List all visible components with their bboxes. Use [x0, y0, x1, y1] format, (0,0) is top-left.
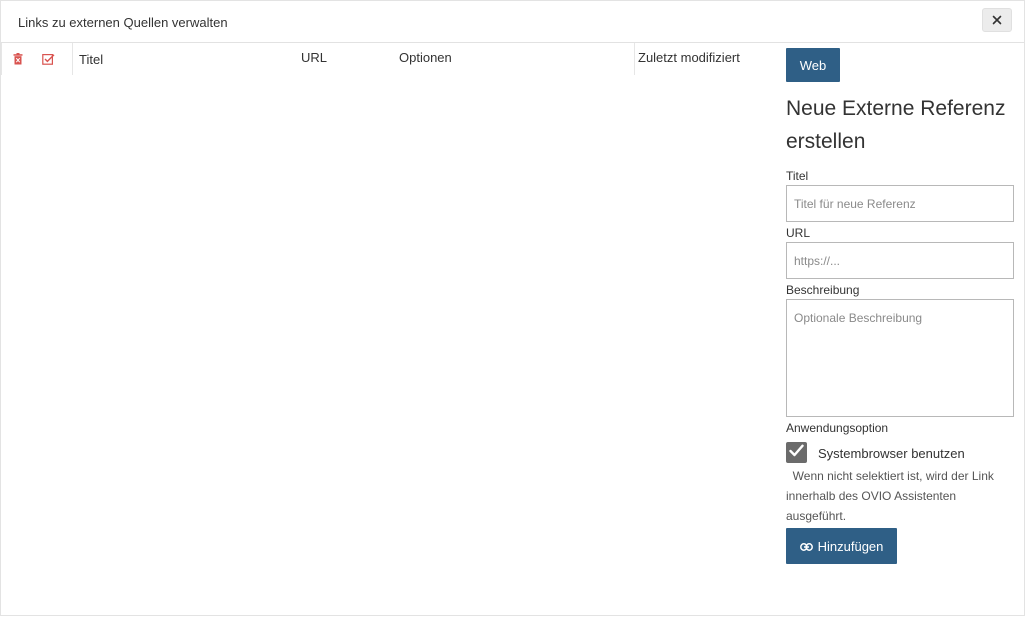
system-browser-checkbox[interactable] [786, 442, 807, 463]
column-header-title[interactable]: Titel [79, 52, 103, 67]
url-input[interactable] [786, 242, 1014, 279]
table-header: Titel URL Optionen Zuletzt modifiziert [1, 43, 773, 75]
external-links-dialog: Links zu externen Quellen verwalten Tite… [0, 0, 1025, 616]
title-input[interactable] [786, 185, 1014, 222]
add-button-label: Hinzufügen [817, 538, 884, 554]
application-option-label: Anwendungsoption [786, 421, 889, 435]
close-button[interactable] [982, 8, 1012, 32]
web-button[interactable]: Web [786, 48, 840, 82]
links-table: Titel URL Optionen Zuletzt modifiziert [1, 43, 773, 617]
table-header-actions [1, 43, 73, 75]
add-button[interactable]: Hinzufügen [786, 528, 897, 564]
hint-text: Wenn nicht selektiert ist, wird der Link… [786, 469, 998, 523]
column-header-options[interactable]: Optionen [399, 50, 452, 65]
column-header-url[interactable]: URL [301, 50, 327, 65]
checkmark-icon [789, 444, 804, 462]
panel-heading: Neue Externe Referenz erstellen [786, 97, 1006, 153]
system-browser-hint: Wenn nicht selektiert ist, wird der Link… [786, 466, 1012, 526]
description-label: Beschreibung [786, 283, 860, 297]
check-square-icon[interactable] [42, 53, 55, 68]
column-header-modified[interactable]: Zuletzt modifiziert [634, 43, 740, 75]
title-label: Titel [786, 169, 809, 183]
description-textarea[interactable] [786, 299, 1014, 417]
dialog-header: Links zu externen Quellen verwalten [1, 1, 1024, 43]
link-icon [799, 539, 813, 554]
system-browser-label[interactable]: Systembrowser benutzen [818, 446, 965, 461]
url-label: URL [786, 226, 811, 240]
dialog-title: Links zu externen Quellen verwalten [18, 15, 228, 30]
trash-icon[interactable] [13, 53, 23, 68]
close-icon [992, 15, 1002, 25]
